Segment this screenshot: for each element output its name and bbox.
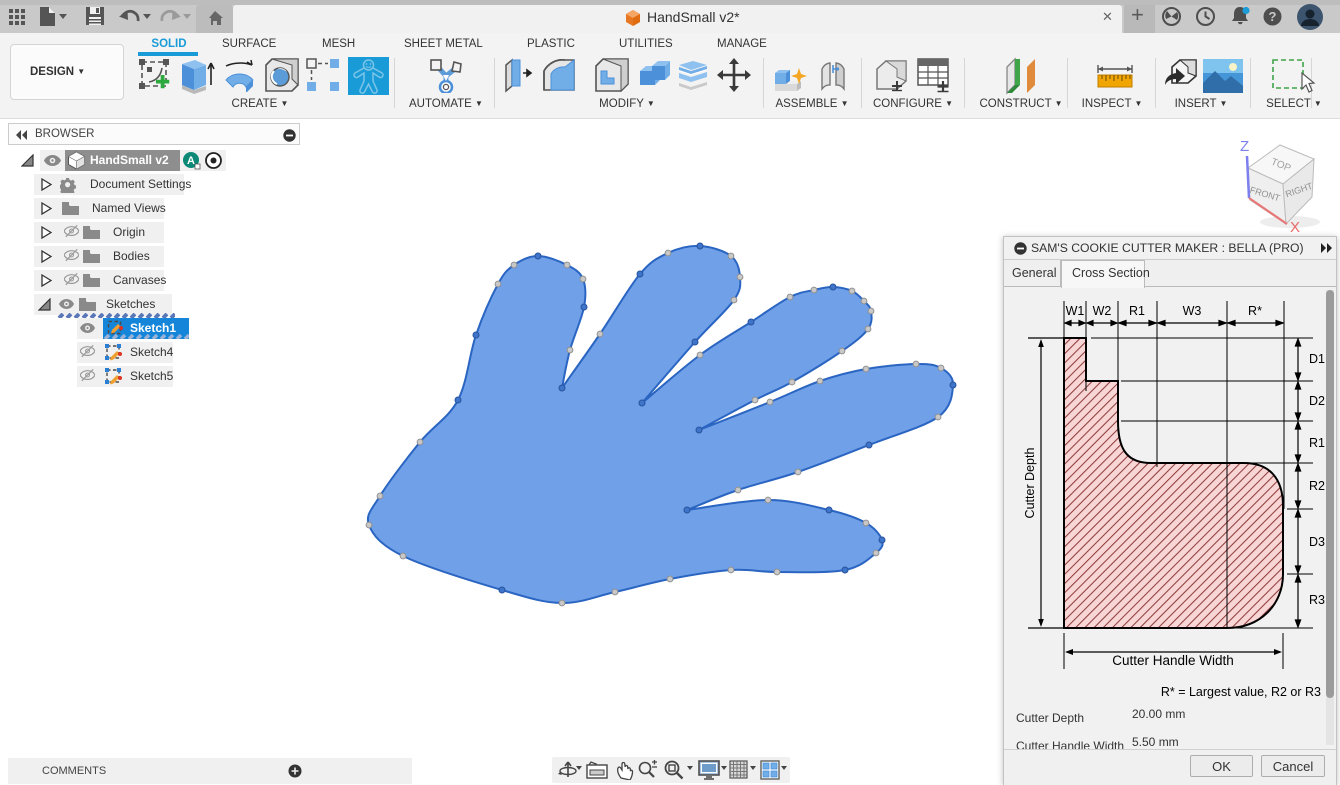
svg-text:D3: D3 — [1309, 535, 1325, 549]
svg-text:W3: W3 — [1183, 304, 1202, 318]
svg-text:R* = Largest value, R2 or R3: R* = Largest value, R2 or R3 — [1161, 685, 1321, 699]
svg-text:Cutter Handle Width: Cutter Handle Width — [1112, 653, 1234, 668]
svg-text:R*: R* — [1248, 304, 1262, 318]
svg-text:R1: R1 — [1129, 304, 1145, 318]
svg-text:W1: W1 — [1066, 304, 1085, 318]
svg-text:Z: Z — [1240, 138, 1249, 155]
svg-text:Cutter Depth: Cutter Depth — [1023, 448, 1037, 519]
svg-text:R2: R2 — [1309, 479, 1325, 493]
svg-text:20.00 mm: 20.00 mm — [1132, 707, 1185, 721]
svg-text:D2: D2 — [1309, 394, 1325, 408]
svg-text:Cutter Handle Width: Cutter Handle Width — [1016, 739, 1124, 749]
svg-text:Cutter Depth: Cutter Depth — [1016, 711, 1084, 725]
svg-text:A: A — [187, 155, 195, 167]
svg-text:W2: W2 — [1093, 304, 1112, 318]
svg-text:?: ? — [1269, 9, 1277, 24]
svg-text:5.50 mm: 5.50 mm — [1132, 735, 1179, 749]
svg-text:R1: R1 — [1309, 436, 1325, 450]
svg-text:R3: R3 — [1309, 593, 1325, 607]
svg-text:D1: D1 — [1309, 352, 1325, 366]
svg-text:X: X — [1290, 219, 1300, 236]
